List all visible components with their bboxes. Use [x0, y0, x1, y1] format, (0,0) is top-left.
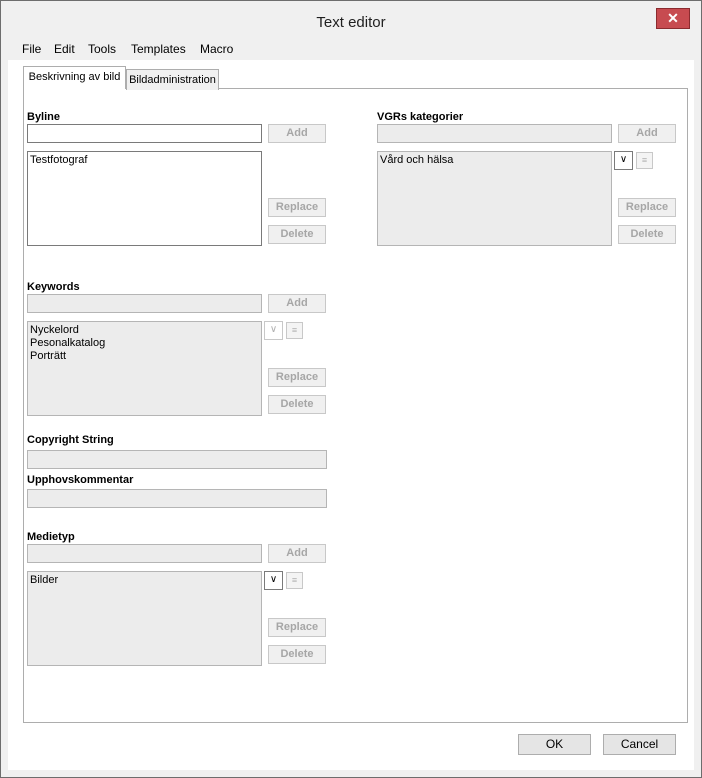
chevron-down-icon: ∨ [269, 574, 278, 585]
list-item[interactable]: Vård och hälsa [380, 154, 609, 167]
menu-templates[interactable]: Templates [131, 42, 186, 56]
vgrs-delete-button[interactable]: Delete [618, 225, 676, 244]
keywords-dropdown-button[interactable]: ∨ [264, 321, 283, 340]
keywords-delete-button[interactable]: Delete [268, 395, 326, 414]
medietyp-dropdown-button[interactable]: ∨ [264, 571, 283, 590]
list-item[interactable]: Nyckelord [30, 324, 259, 337]
byline-list[interactable]: Testfotograf [27, 151, 262, 246]
tab-beskrivning[interactable]: Beskrivning av bild [23, 66, 126, 89]
byline-label: Byline [27, 111, 61, 123]
list-item[interactable]: Porträtt [30, 350, 259, 363]
upphov-label: Upphovskommentar [27, 474, 134, 486]
menu-file[interactable]: File [22, 42, 41, 56]
vgrs-list[interactable]: Vård och hälsa [377, 151, 612, 246]
list-item[interactable]: Pesonalkatalog [30, 337, 259, 350]
vgrs-label: VGRs kategorier [377, 111, 464, 123]
close-button[interactable]: ✕ [656, 8, 690, 29]
cancel-button[interactable]: Cancel [603, 734, 676, 755]
medietyp-add-button[interactable]: Add [268, 544, 326, 563]
menu-macro[interactable]: Macro [200, 42, 233, 56]
chevron-down-icon: ∨ [269, 324, 278, 335]
window-title: Text editor [316, 14, 386, 31]
upphov-input[interactable] [27, 489, 327, 508]
sort-icon: ≡ [291, 575, 298, 585]
medietyp-input[interactable] [27, 544, 262, 563]
byline-replace-button[interactable]: Replace [268, 198, 326, 217]
byline-add-button[interactable]: Add [268, 124, 326, 143]
sort-icon: ≡ [641, 155, 648, 165]
medietyp-label: Medietyp [27, 531, 75, 543]
keywords-list[interactable]: Nyckelord Pesonalkatalog Porträtt [27, 321, 262, 416]
keywords-input[interactable] [27, 294, 262, 313]
vgrs-sort-button[interactable]: ≡ [636, 152, 653, 169]
list-item[interactable]: Bilder [30, 574, 259, 587]
medietyp-sort-button[interactable]: ≡ [286, 572, 303, 589]
medietyp-replace-button[interactable]: Replace [268, 618, 326, 637]
menu-edit[interactable]: Edit [54, 42, 75, 56]
close-icon: ✕ [667, 10, 679, 26]
copyright-label: Copyright String [27, 434, 114, 446]
menu-bar: File Edit Tools Templates Macro [8, 38, 694, 60]
chevron-down-icon: ∨ [619, 154, 628, 165]
keywords-add-button[interactable]: Add [268, 294, 326, 313]
keywords-label: Keywords [27, 281, 80, 293]
vgrs-replace-button[interactable]: Replace [618, 198, 676, 217]
menu-tools[interactable]: Tools [88, 42, 116, 56]
tab-bildadministration[interactable]: Bildadministration [126, 69, 219, 90]
vgrs-input[interactable] [377, 124, 612, 143]
vgrs-dropdown-button[interactable]: ∨ [614, 151, 633, 170]
ok-button[interactable]: OK [518, 734, 591, 755]
sort-icon: ≡ [291, 325, 298, 335]
vgrs-add-button[interactable]: Add [618, 124, 676, 143]
medietyp-delete-button[interactable]: Delete [268, 645, 326, 664]
byline-input[interactable] [27, 124, 262, 143]
medietyp-list[interactable]: Bilder [27, 571, 262, 666]
list-item[interactable]: Testfotograf [30, 154, 259, 167]
copyright-input[interactable] [27, 450, 327, 469]
keywords-sort-button[interactable]: ≡ [286, 322, 303, 339]
byline-delete-button[interactable]: Delete [268, 225, 326, 244]
keywords-replace-button[interactable]: Replace [268, 368, 326, 387]
